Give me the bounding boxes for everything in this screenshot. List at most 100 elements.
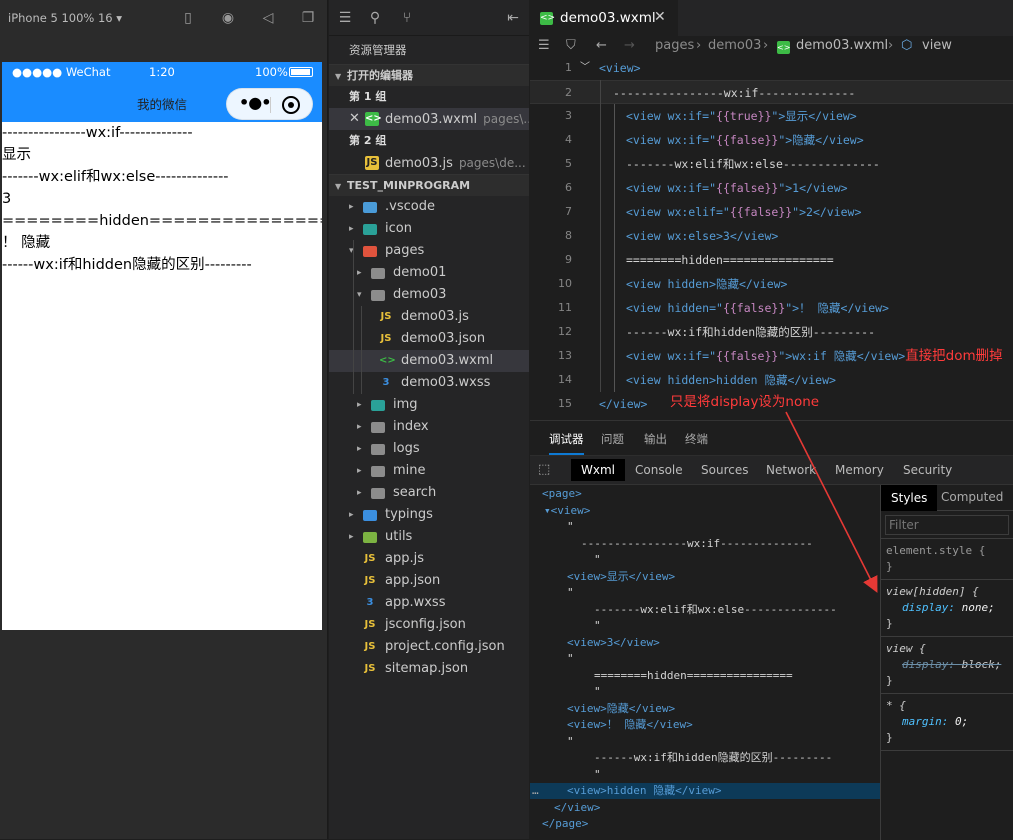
bookmark-icon[interactable]: ⛉ <box>566 38 576 53</box>
tree-node[interactable]: <view>3</view> <box>567 635 660 651</box>
chevron-right-icon[interactable]: ▸ <box>349 526 359 548</box>
breadcrumb-item[interactable]: view <box>922 38 952 53</box>
code-line: 8 <view wx:else>3</view> <box>530 224 1013 248</box>
chevron-right-icon[interactable]: ▸ <box>357 262 367 284</box>
device-selector[interactable]: iPhone 5 100% 16 ▾ <box>8 11 122 25</box>
property-name: display <box>902 658 949 671</box>
file-tree-item[interactable]: JS jsconfig.json <box>329 614 529 636</box>
file-tree-item[interactable]: ▸ index <box>329 416 529 438</box>
styles-filter-input[interactable] <box>885 515 1009 535</box>
phone-icon[interactable]: ▯ <box>180 10 196 26</box>
tree-text: ------wx:if和hidden隐藏的区别--------- <box>594 751 833 764</box>
folder-pages-icon <box>363 246 377 257</box>
list-icon[interactable]: ☰ <box>538 38 550 53</box>
collapse-panel-icon[interactable]: ⇤ <box>505 10 521 26</box>
tab-problems[interactable]: 问题 <box>601 431 624 447</box>
open-editors-section[interactable]: ▼ 打开的编辑器 <box>329 64 529 86</box>
code-line: 1 ﹀ <view> <box>530 56 1013 80</box>
file-tree-item[interactable]: ▸ utils <box>329 526 529 548</box>
file-tree-item[interactable]: JS sitemap.json <box>329 658 529 680</box>
tab-security[interactable]: Security <box>903 463 952 477</box>
rule-property[interactable]: display: none; <box>886 600 1008 616</box>
chevron-right-icon[interactable]: ▸ <box>349 504 359 526</box>
tree-node[interactable]: <view>显示</view> <box>567 569 675 585</box>
file-tree-item[interactable]: <> demo03.wxml <box>329 350 529 372</box>
source-control-icon[interactable]: ⑂ <box>399 10 415 26</box>
tab-computed[interactable]: Computed <box>941 490 1003 504</box>
back-arrow-icon[interactable]: ← <box>596 38 607 53</box>
chevron-right-icon[interactable]: ▸ <box>349 196 359 218</box>
open-editor-item[interactable]: JS demo03.js pages\de... <box>329 152 529 174</box>
file-tree-item[interactable]: JS app.json <box>329 570 529 592</box>
tab-output[interactable]: 输出 <box>644 431 667 447</box>
chevron-right-icon[interactable]: ▸ <box>357 482 367 504</box>
search-icon[interactable]: ⚲ <box>367 10 383 26</box>
open-editor-item[interactable]: ✕ <> demo03.wxml pages\... <box>329 108 529 130</box>
tab-terminal[interactable]: 终端 <box>685 431 708 447</box>
volume-icon[interactable]: ◁ <box>260 10 276 26</box>
file-tree-item[interactable]: ▸ img <box>329 394 529 416</box>
tab-debugger[interactable]: 调试器 <box>549 431 584 455</box>
file-tree-item[interactable]: ▸ search <box>329 482 529 504</box>
rule-property[interactable]: margin: 0; <box>886 714 1008 730</box>
project-section[interactable]: ▼ TEST_MINPROGRAM <box>329 174 529 196</box>
line-number: 12 <box>558 325 572 338</box>
file-tree-item[interactable]: JS app.js <box>329 548 529 570</box>
tree-node[interactable]: <view>隐藏</view> <box>567 701 675 717</box>
line-number: 10 <box>558 277 572 290</box>
chevron-right-icon[interactable]: ▸ <box>349 218 359 240</box>
inspect-icon[interactable]: ⬚ <box>538 462 550 477</box>
close-mini-program-icon[interactable] <box>282 96 300 114</box>
tree-node[interactable]: <view>！ 隐藏</view> <box>567 717 693 733</box>
tab-styles[interactable]: Styles <box>881 485 938 511</box>
tree-node[interactable]: <page> <box>542 486 582 502</box>
chevron-down-icon[interactable]: ▾ <box>357 284 367 306</box>
tree-node[interactable]: </view> <box>554 800 600 816</box>
editor-tab[interactable]: <> demo03.wxml ✕ <box>530 0 678 36</box>
file-tree-item[interactable]: ▾ demo03 <box>329 284 529 306</box>
tab-wxml[interactable]: Wxml <box>571 459 625 481</box>
tab-network[interactable]: Network <box>766 463 816 477</box>
tree-node[interactable]: ▾<view> <box>544 503 590 519</box>
breadcrumb-item[interactable]: pages <box>655 38 694 53</box>
close-icon[interactable]: ✕ <box>349 108 360 130</box>
record-icon[interactable]: ◉ <box>220 10 236 26</box>
file-tree-item[interactable]: ▸ mine <box>329 460 529 482</box>
file-tree-item[interactable]: 3 demo03.wxss <box>329 372 529 394</box>
chevron-right-icon[interactable]: ▸ <box>357 416 367 438</box>
file-tree-item[interactable]: ▸ logs <box>329 438 529 460</box>
window-icon[interactable]: ❐ <box>300 10 316 26</box>
more-icon[interactable]: … <box>532 783 539 799</box>
file-tree-item[interactable]: ▸ demo01 <box>329 262 529 284</box>
tab-console[interactable]: Console <box>635 463 683 477</box>
tree-text: " <box>567 586 574 599</box>
file-tree-item[interactable]: 3 app.wxss <box>329 592 529 614</box>
file-tree-item[interactable]: ▾ pages <box>329 240 529 262</box>
breadcrumb-item[interactable]: demo03.wxml <box>796 38 888 53</box>
tab-sources[interactable]: Sources <box>701 463 748 477</box>
capsule-menu[interactable]: •●• <box>226 88 313 120</box>
breadcrumb-item[interactable]: demo03 <box>708 38 761 53</box>
fold-chevron-icon[interactable]: ﹀ <box>580 56 590 80</box>
file-tree-item[interactable]: ▸ typings <box>329 504 529 526</box>
annotation-display-none: 只是将display设为none <box>670 394 820 410</box>
tree-node-selected[interactable]: … <view>hidden 隐藏</view> <box>530 783 881 799</box>
chevron-right-icon[interactable]: ▸ <box>357 460 367 482</box>
tree-node[interactable]: </page> <box>542 816 588 832</box>
forward-arrow-icon[interactable]: → <box>624 38 635 53</box>
file-tree-item[interactable]: ▸ icon <box>329 218 529 240</box>
file-tree-item[interactable]: JS project.config.json <box>329 636 529 658</box>
file-tree-label: logs <box>393 441 420 456</box>
close-icon[interactable]: ✕ <box>654 9 666 25</box>
more-icon[interactable]: •●• <box>239 93 271 112</box>
chevron-right-icon[interactable]: ▸ <box>357 394 367 416</box>
chevron-down-icon[interactable]: ▾ <box>349 240 359 262</box>
explorer-icon[interactable]: ☰ <box>337 10 353 26</box>
tab-memory[interactable]: Memory <box>835 463 884 477</box>
file-tree-item[interactable]: JS demo03.json <box>329 328 529 350</box>
file-tree-item[interactable]: JS demo03.js <box>329 306 529 328</box>
file-tree-item[interactable]: ▸ .vscode <box>329 196 529 218</box>
code-area[interactable]: 1 ﹀ <view> 2 ----------------wx:if---------… <box>530 56 1013 416</box>
chevron-right-icon[interactable]: ▸ <box>357 438 367 460</box>
rule-property-overridden[interactable]: display: block; <box>886 657 1008 673</box>
